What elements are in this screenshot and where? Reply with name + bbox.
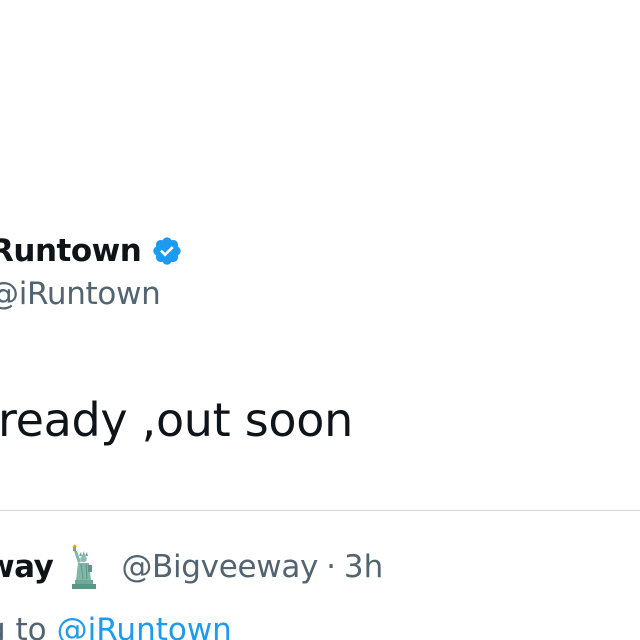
tweet-detail-view: Runtown @iRuntown ready ,out soon way <box>0 0 640 640</box>
replying-to-handle-link[interactable]: @iRuntown <box>57 612 232 640</box>
author-header: Runtown <box>0 228 183 274</box>
verified-badge-icon[interactable] <box>151 235 183 267</box>
replying-to-line: g to @iRuntown <box>0 612 232 640</box>
divider <box>0 510 640 511</box>
reply-timestamp[interactable]: 3h <box>344 549 383 585</box>
reply-author-display-name[interactable]: way <box>0 549 54 585</box>
tweet-text: ready ,out soon <box>0 393 353 447</box>
author-handle[interactable]: @iRuntown <box>0 276 161 312</box>
reply-author-handle[interactable]: @Bigveeway <box>121 549 318 585</box>
reply-header: way @Bigveeway <box>0 542 383 592</box>
separator-dot: · <box>326 549 336 585</box>
replying-to-label: g to <box>0 612 47 640</box>
author-display-name[interactable]: Runtown <box>0 233 142 269</box>
statue-of-liberty-icon <box>67 544 101 590</box>
